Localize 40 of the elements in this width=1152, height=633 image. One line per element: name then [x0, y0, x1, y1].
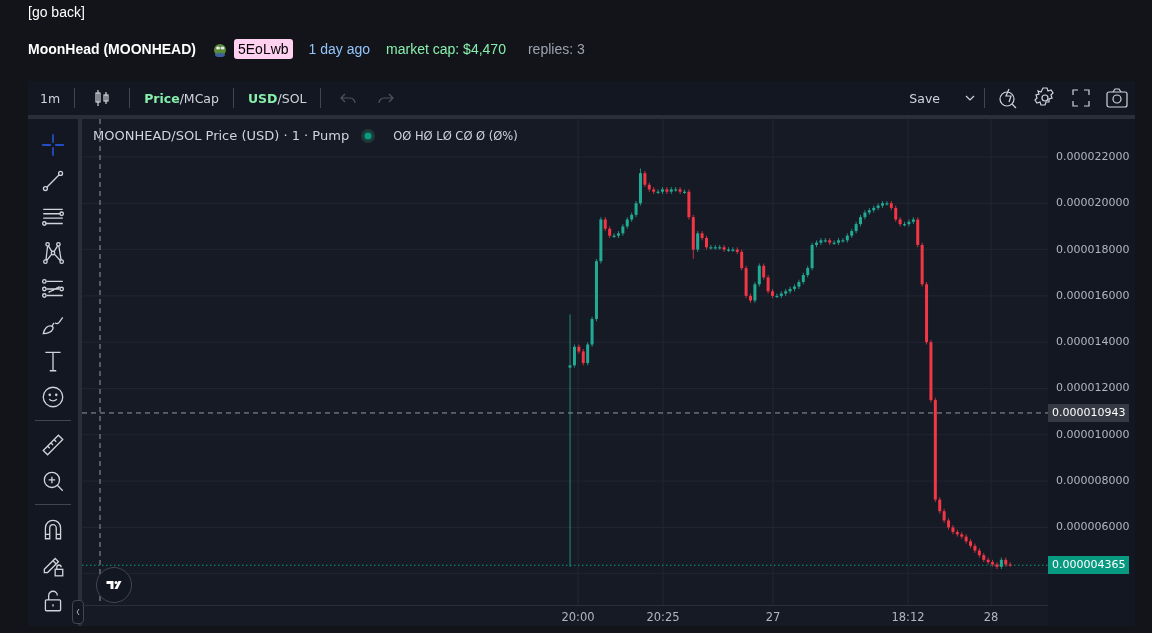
reply-count: replies: 3 — [527, 41, 585, 57]
logo-mark-icon — [105, 578, 123, 592]
market-cap: market cap: $4,470 — [386, 41, 506, 57]
time-label: 27 — [765, 610, 781, 624]
currency-toggle[interactable]: USD/SOL — [241, 86, 313, 110]
trend-line-icon[interactable] — [40, 168, 66, 194]
time-label: 20:25 — [646, 610, 680, 624]
price-label: 0.000016000 — [1056, 288, 1130, 303]
price-label: 0.000014000 — [1056, 335, 1130, 350]
ruler-icon[interactable] — [40, 432, 66, 458]
time-label: 28 — [983, 610, 999, 624]
chart-logo[interactable] — [96, 567, 132, 603]
collapse-icon[interactable] — [72, 600, 84, 624]
price-label: 0.000018000 — [1056, 242, 1130, 257]
last-price-tag: 0.000004365 — [1048, 556, 1130, 575]
price-mcap-toggle[interactable]: Price/MCap — [138, 86, 225, 110]
ohlc-values: OØ HØ LØ CØ Ø (Ø%) — [393, 128, 518, 143]
created-time: 1 day ago — [308, 41, 371, 57]
status-dot-icon — [361, 128, 376, 143]
pattern-icon[interactable] — [40, 240, 66, 266]
price-label: 0.000008000 — [1056, 474, 1130, 489]
token-name: MoonHead (MOONHEAD) — [28, 41, 196, 57]
save-button[interactable]: Save — [903, 86, 946, 110]
price-label: 0.000006000 — [1056, 520, 1130, 535]
chart-title: MOONHEAD/SOL Price (USD) · 1 · Pump — [93, 128, 350, 143]
time-label: 18:12 — [891, 610, 925, 624]
go-back-link[interactable]: [go back] — [28, 4, 85, 20]
crosshair-icon[interactable] — [40, 132, 66, 158]
crosshair-price-tag: 0.000010943 — [1048, 403, 1130, 422]
frog-avatar-icon — [212, 41, 228, 57]
price-label: 0.000022000 — [1056, 149, 1130, 164]
camera-icon[interactable] — [1105, 86, 1129, 110]
creator-tag[interactable]: 5EoLwb — [234, 39, 293, 59]
fullscreen-icon[interactable] — [1069, 86, 1093, 110]
interval-button[interactable]: 1m — [34, 86, 67, 110]
price-label: 0.000020000 — [1056, 196, 1130, 211]
time-label: 20:00 — [561, 610, 595, 624]
price-label: 0.000012000 — [1056, 381, 1130, 396]
smiley-icon[interactable] — [40, 384, 66, 410]
price-label: 0.000010000 — [1056, 427, 1130, 442]
